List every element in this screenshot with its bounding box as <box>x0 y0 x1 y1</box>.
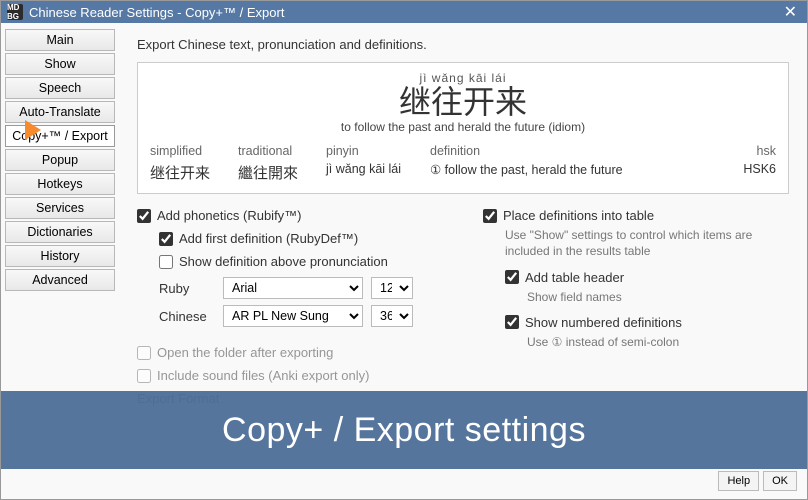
ruby-font-select[interactable]: Arial <box>223 277 363 299</box>
options-left: Add phonetics (Rubify™) Add first defini… <box>137 208 443 414</box>
cell-definition: ① follow the past, herald the future <box>430 162 718 183</box>
chk-place-table[interactable]: Place definitions into table <box>483 208 789 223</box>
help-button[interactable]: Help <box>718 471 759 491</box>
chk-include-sound-input[interactable] <box>137 369 151 383</box>
ruby-font-label: Ruby <box>159 281 215 296</box>
sidebar-item-copy-export[interactable]: Copy+™ / Export <box>5 125 115 147</box>
hint-place-table: Use "Show" settings to control which ite… <box>505 227 789 259</box>
overlay-banner: Copy+ / Export settings <box>1 391 807 469</box>
chk-add-header[interactable]: Add table header <box>505 270 789 285</box>
ok-button[interactable]: OK <box>763 471 797 491</box>
footer-buttons: Help OK <box>718 471 797 491</box>
chk-numbered-label: Show numbered definitions <box>525 315 682 330</box>
preview-box: jì wǎng kāi lái 继往开来 to follow the past … <box>137 62 789 194</box>
chk-add-first-def-input[interactable] <box>159 232 173 246</box>
col-definition: definition <box>430 144 718 158</box>
chk-include-sound[interactable]: Include sound files (Anki export only) <box>137 368 443 383</box>
preview-pinyin: jì wǎng kāi lái <box>150 71 776 85</box>
chk-numbered-input[interactable] <box>505 315 519 329</box>
cell-pinyin: jì wǎng kāi lái <box>326 162 422 183</box>
chinese-font-select[interactable]: AR PL New Sung <box>223 305 363 327</box>
hint-add-header: Show field names <box>527 289 789 305</box>
col-simplified: simplified <box>150 144 230 158</box>
sidebar-item-popup[interactable]: Popup <box>5 149 115 171</box>
preview-hanzi: 继往开来 <box>150 85 776 120</box>
sidebar-item-history[interactable]: History <box>5 245 115 267</box>
cell-hsk: HSK6 <box>726 162 776 183</box>
chk-show-def-above[interactable]: Show definition above pronunciation <box>159 254 443 269</box>
titlebar: MD BG Chinese Reader Settings - Copy+™ /… <box>1 1 807 23</box>
sidebar-item-show[interactable]: Show <box>5 53 115 75</box>
chk-show-def-above-label: Show definition above pronunciation <box>179 254 388 269</box>
chk-add-first-def[interactable]: Add first definition (RubyDef™) <box>159 231 443 246</box>
hint-numbered: Use ① instead of semi-colon <box>527 334 789 350</box>
chk-include-sound-label: Include sound files (Anki export only) <box>157 368 369 383</box>
chk-open-folder-label: Open the folder after exporting <box>157 345 333 360</box>
chk-numbered[interactable]: Show numbered definitions <box>505 315 789 330</box>
page-description: Export Chinese text, pronunciation and d… <box>137 37 789 52</box>
chk-open-folder-input[interactable] <box>137 346 151 360</box>
cell-traditional: 繼往開來 <box>238 162 318 183</box>
settings-window: MD BG Chinese Reader Settings - Copy+™ /… <box>0 0 808 500</box>
chinese-font-label: Chinese <box>159 309 215 324</box>
chinese-size-select[interactable]: 36 <box>371 305 413 327</box>
cell-simplified: 继往开来 <box>150 162 230 183</box>
chk-add-first-def-label: Add first definition (RubyDef™) <box>179 231 358 246</box>
preview-definition: to follow the past and herald the future… <box>150 120 776 134</box>
chk-open-folder[interactable]: Open the folder after exporting <box>137 345 443 360</box>
chk-place-table-label: Place definitions into table <box>503 208 654 223</box>
chk-add-phonetics[interactable]: Add phonetics (Rubify™) <box>137 208 443 223</box>
col-pinyin: pinyin <box>326 144 422 158</box>
close-icon[interactable]: ✕ <box>780 2 801 22</box>
sidebar-item-advanced[interactable]: Advanced <box>5 269 115 291</box>
col-hsk: hsk <box>726 144 776 158</box>
sidebar-item-hotkeys[interactable]: Hotkeys <box>5 173 115 195</box>
chk-add-phonetics-label: Add phonetics (Rubify™) <box>157 208 302 223</box>
sidebar-item-auto-translate[interactable]: Auto-Translate <box>5 101 115 123</box>
options-right: Place definitions into table Use "Show" … <box>483 208 789 414</box>
sidebar-item-speech[interactable]: Speech <box>5 77 115 99</box>
sidebar-item-services[interactable]: Services <box>5 197 115 219</box>
active-pointer-icon <box>25 120 41 140</box>
chk-add-header-label: Add table header <box>525 270 624 285</box>
sidebar-item-dictionaries[interactable]: Dictionaries <box>5 221 115 243</box>
chk-show-def-above-input[interactable] <box>159 255 173 269</box>
ruby-size-select[interactable]: 12 <box>371 277 413 299</box>
chk-add-header-input[interactable] <box>505 270 519 284</box>
chinese-font-row: Chinese AR PL New Sung 36 <box>159 305 443 327</box>
chk-add-phonetics-input[interactable] <box>137 209 151 223</box>
chk-place-table-input[interactable] <box>483 209 497 223</box>
sidebar-item-main[interactable]: Main <box>5 29 115 51</box>
preview-table: simplified traditional pinyin definition… <box>150 144 776 183</box>
ruby-font-row: Ruby Arial 12 <box>159 277 443 299</box>
window-title: Chinese Reader Settings - Copy+™ / Expor… <box>29 5 284 20</box>
app-icon: MD BG <box>7 4 23 20</box>
col-traditional: traditional <box>238 144 318 158</box>
